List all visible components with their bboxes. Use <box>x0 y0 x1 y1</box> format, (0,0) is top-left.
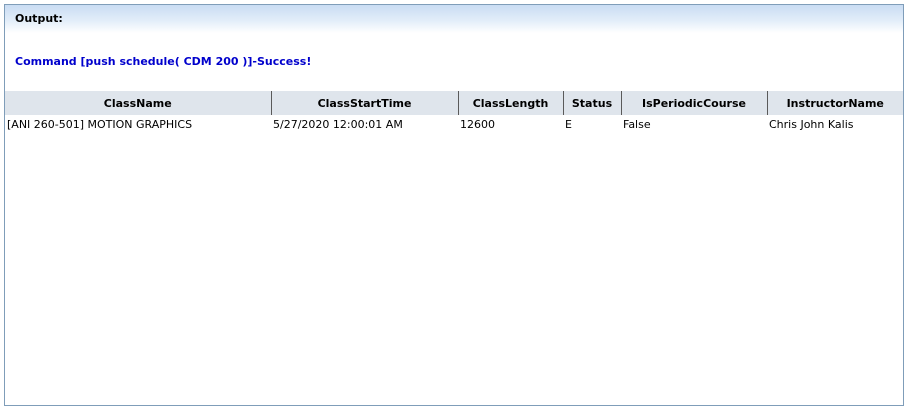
results-table: ClassName ClassStartTime ClassLength Sta… <box>5 91 903 133</box>
column-header-isperiodiccourse[interactable]: IsPeriodicCourse <box>621 91 768 115</box>
column-header-classname[interactable]: ClassName <box>5 91 272 115</box>
output-panel: Output: Command [push schedule( CDM 200 … <box>4 4 904 406</box>
command-result-message: Command [push schedule( CDM 200 )]-Succe… <box>15 55 312 68</box>
table-header-row: ClassName ClassStartTime ClassLength Sta… <box>5 91 903 115</box>
cell-status: E <box>565 117 572 131</box>
cell-instructorname: Chris John Kalis <box>769 117 854 131</box>
column-header-instructorname[interactable]: InstructorName <box>767 91 903 115</box>
panel-header: Output: <box>5 5 903 33</box>
cell-classlength: 12600 <box>460 117 495 131</box>
table-row[interactable]: [ANI 260-501] MOTION GRAPHICS 5/27/2020 … <box>5 115 903 133</box>
cell-classstarttime: 5/27/2020 12:00:01 AM <box>273 117 403 131</box>
cell-classname: [ANI 260-501] MOTION GRAPHICS <box>7 117 193 131</box>
panel-title: Output: <box>15 12 63 25</box>
column-header-classlength[interactable]: ClassLength <box>458 91 564 115</box>
column-header-classstarttime[interactable]: ClassStartTime <box>271 91 459 115</box>
cell-isperiodiccourse: False <box>623 117 651 131</box>
column-header-status[interactable]: Status <box>563 91 622 115</box>
